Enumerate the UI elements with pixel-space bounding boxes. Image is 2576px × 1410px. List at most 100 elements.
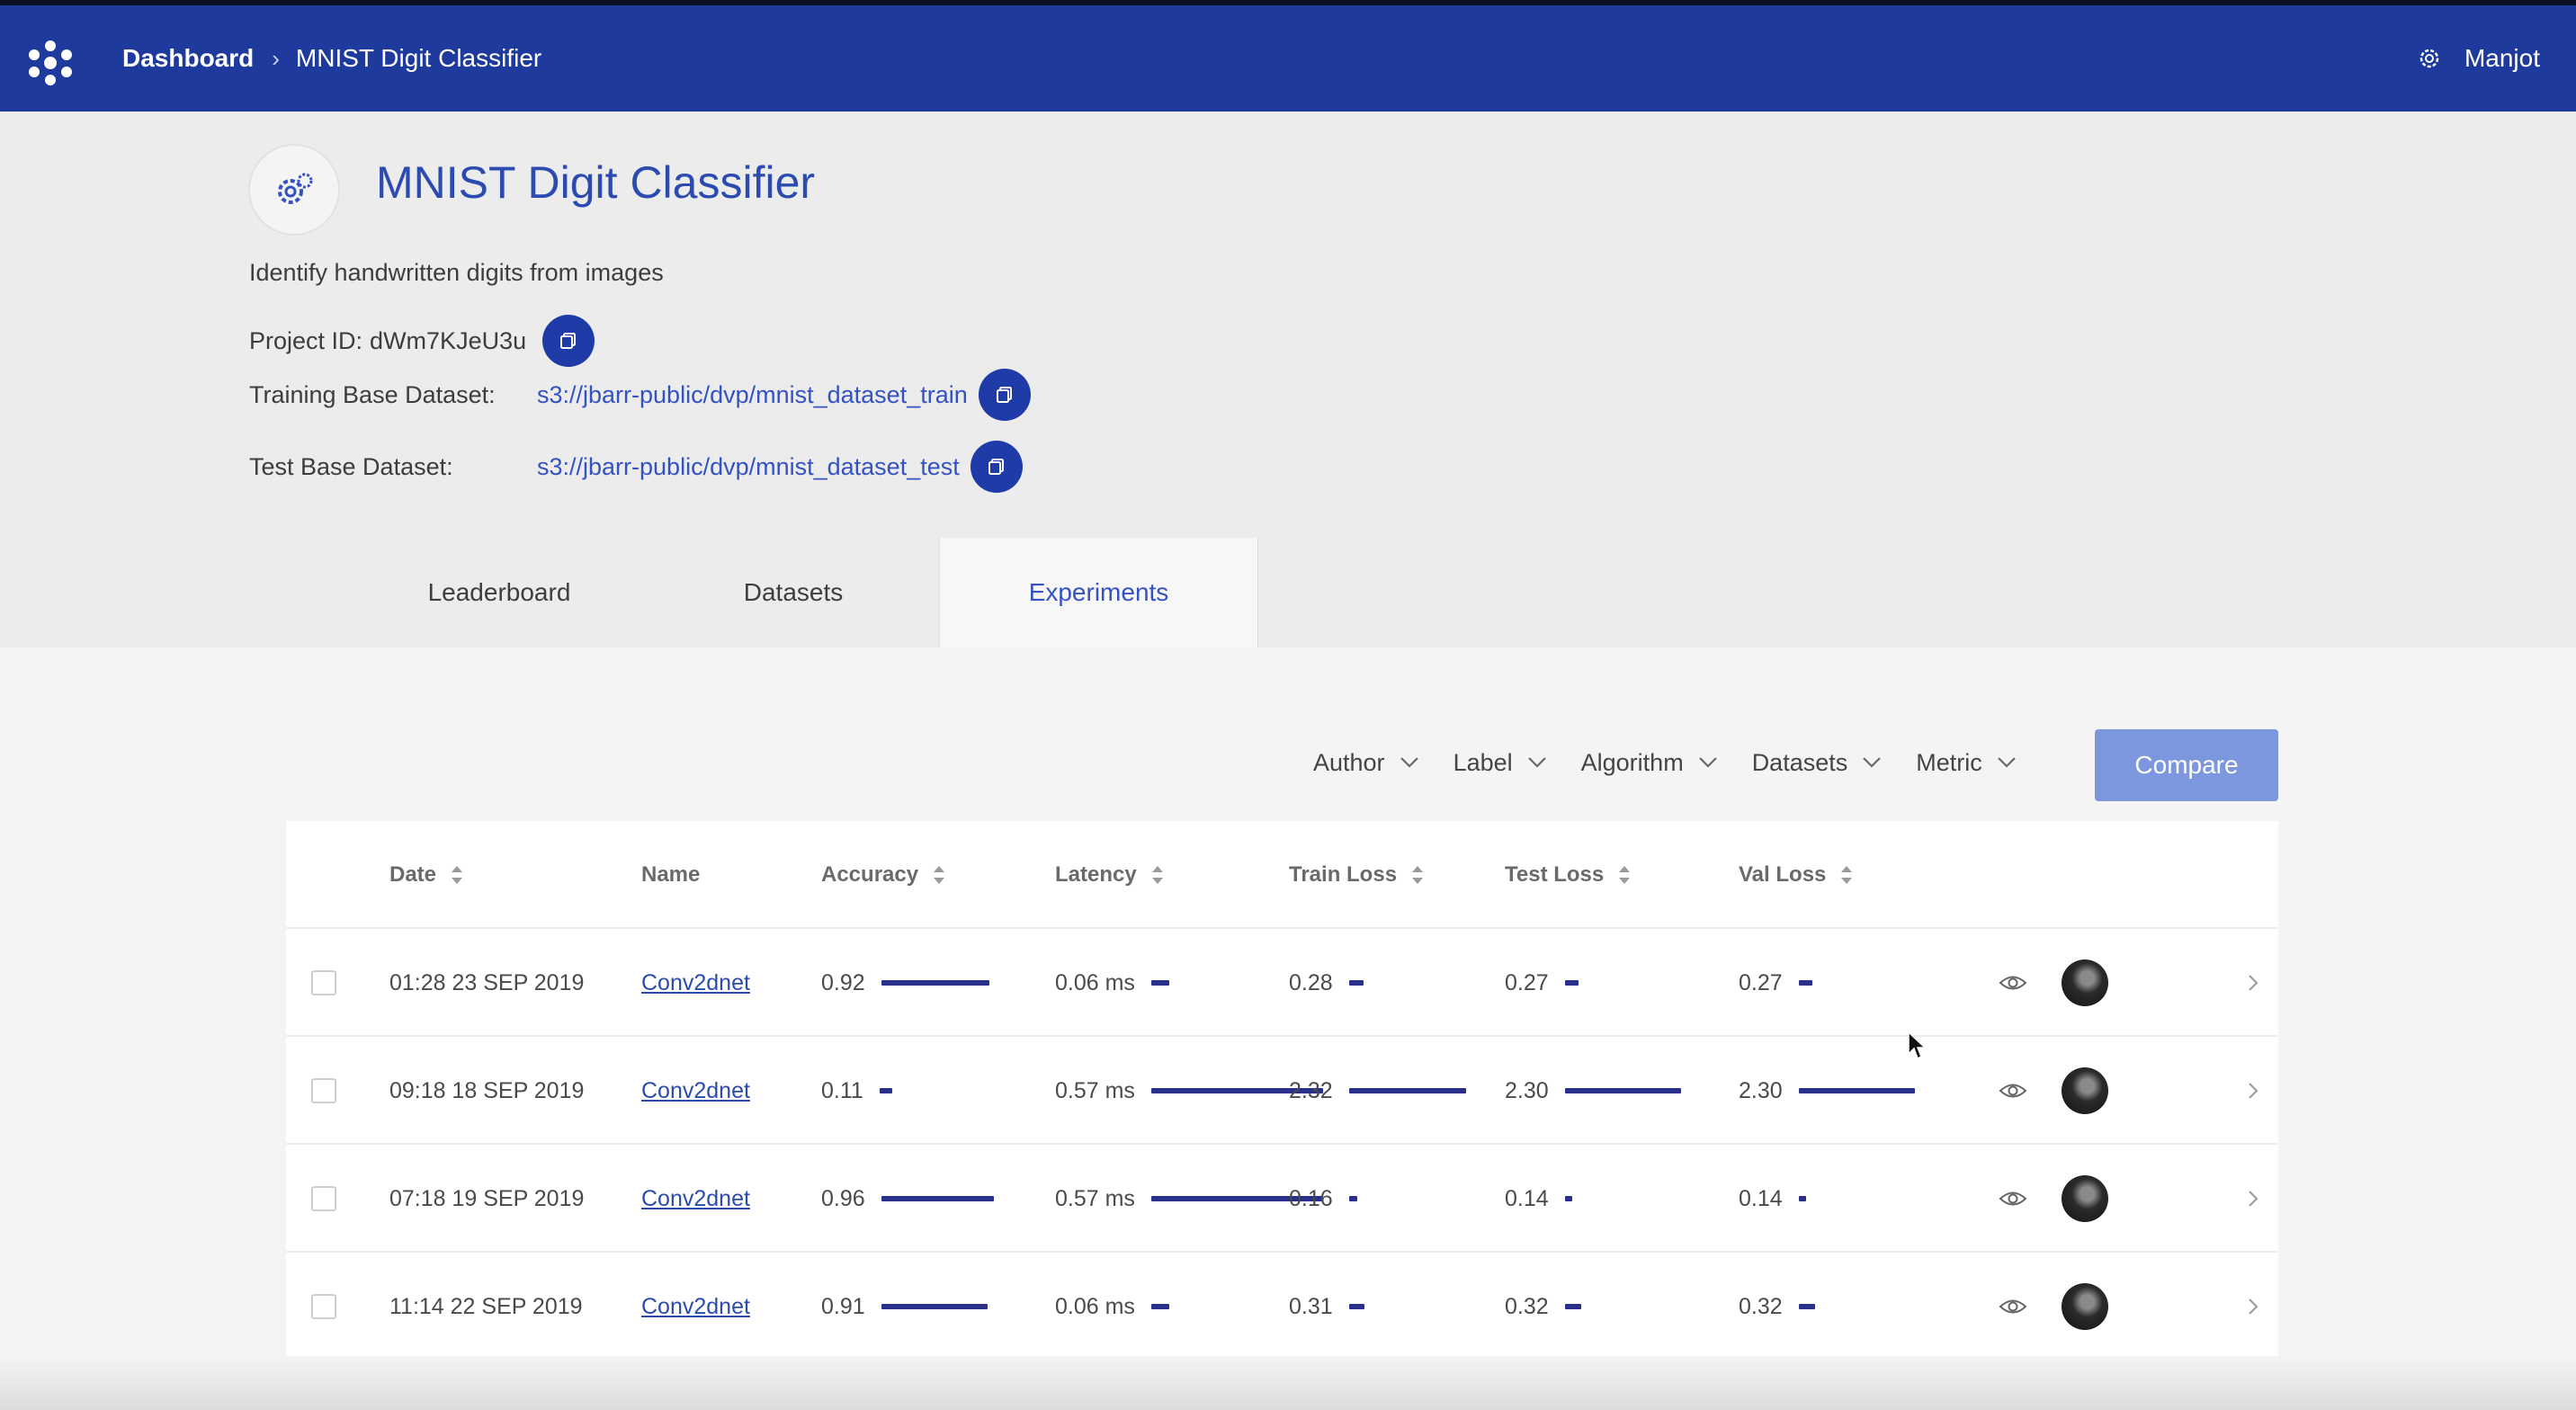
date-value: 01:28 23 SEP 2019 <box>389 969 585 995</box>
latency-cell: 0.06 ms <box>1055 1253 1169 1361</box>
chevron-down-icon <box>1400 757 1418 768</box>
open-row-cell[interactable] <box>2247 1037 2259 1145</box>
test-loss-value: 2.30 <box>1505 1077 1549 1103</box>
eye-icon[interactable] <box>1999 1189 2027 1209</box>
compare-button[interactable]: Compare <box>2095 729 2278 801</box>
user-menu[interactable]: Manjot <box>2416 5 2540 112</box>
latency-cell: 0.57 ms <box>1055 1037 1323 1145</box>
copy-project-id-button[interactable] <box>542 315 595 367</box>
view-cell[interactable] <box>1999 1037 2027 1145</box>
column-val-loss-label: Val Loss <box>1739 862 1827 887</box>
train-loss-bar <box>1348 1196 1357 1201</box>
accuracy-value: 0.96 <box>821 1185 865 1211</box>
sort-icon <box>1151 866 1163 884</box>
val-loss-value: 0.32 <box>1739 1293 1783 1319</box>
row-checkbox-cell[interactable] <box>311 929 336 1037</box>
eye-icon[interactable] <box>1999 1081 2027 1101</box>
name-cell[interactable]: Conv2dnet <box>641 1037 750 1145</box>
chevron-right-icon[interactable] <box>2247 1080 2259 1102</box>
test-loss-cell: 0.14 <box>1505 1145 1572 1253</box>
view-cell[interactable] <box>1999 1145 2027 1253</box>
datasets-filter-dropdown[interactable]: Datasets <box>1752 749 1883 777</box>
column-date-label: Date <box>389 862 437 887</box>
row-checkbox[interactable] <box>311 1078 336 1103</box>
chevron-right-icon[interactable] <box>2247 972 2259 994</box>
accuracy-bar <box>881 1304 988 1309</box>
sort-icon <box>1412 866 1424 884</box>
experiment-name-link[interactable]: Conv2dnet <box>641 970 750 996</box>
breadcrumb-dashboard-link[interactable]: Dashboard <box>122 44 254 73</box>
row-checkbox-cell[interactable] <box>311 1145 336 1253</box>
table-header: Date Name Accuracy Latency Train Loss Te… <box>286 821 2278 929</box>
column-accuracy-label: Accuracy <box>821 862 919 887</box>
project-tabs: Leaderboard Datasets Experiments <box>351 538 1258 647</box>
row-checkbox[interactable] <box>311 1294 336 1319</box>
open-row-cell[interactable] <box>2247 1145 2259 1253</box>
val-loss-value: 0.14 <box>1739 1185 1783 1211</box>
accuracy-bar <box>881 980 989 986</box>
gear-icon[interactable] <box>2416 45 2443 72</box>
date-cell: 11:14 22 SEP 2019 <box>389 1253 583 1361</box>
val-loss-bar <box>1798 1088 1915 1093</box>
label-filter-dropdown[interactable]: Label <box>1453 749 1547 777</box>
column-latency[interactable]: Latency <box>1055 821 1166 929</box>
label-filter-label: Label <box>1453 748 1513 776</box>
test-loss-bar <box>1564 980 1579 986</box>
view-cell[interactable] <box>1999 1253 2027 1361</box>
test-loss-bar <box>1564 1088 1681 1093</box>
experiment-name-link[interactable]: Conv2dnet <box>641 1294 750 1320</box>
tab-datasets[interactable]: Datasets <box>648 538 939 647</box>
column-latency-label: Latency <box>1055 862 1137 887</box>
val-loss-bar <box>1798 1304 1815 1309</box>
eye-icon[interactable] <box>1999 1297 2027 1316</box>
name-cell[interactable]: Conv2dnet <box>641 1145 750 1253</box>
test-loss-bar <box>1564 1196 1572 1201</box>
avatar <box>2062 1283 2108 1330</box>
train-loss-cell: 0.28 <box>1289 929 1364 1037</box>
open-row-cell[interactable] <box>2247 929 2259 1037</box>
chevron-right-icon[interactable] <box>2247 1296 2259 1317</box>
eye-icon[interactable] <box>1999 973 2027 993</box>
author-filter-dropdown[interactable]: Author <box>1313 749 1419 777</box>
name-cell[interactable]: Conv2dnet <box>641 1253 750 1361</box>
experiment-name-link[interactable]: Conv2dnet <box>641 1078 750 1104</box>
user-name[interactable]: Manjot <box>2464 44 2540 73</box>
metric-filter-dropdown[interactable]: Metric <box>1916 749 2017 777</box>
avatar <box>2062 1067 2108 1114</box>
train-loss-bar <box>1348 1304 1364 1309</box>
experiment-name-link[interactable]: Conv2dnet <box>641 1186 750 1212</box>
tab-experiments[interactable]: Experiments <box>939 538 1258 647</box>
tab-leaderboard[interactable]: Leaderboard <box>351 538 648 647</box>
column-date[interactable]: Date <box>389 821 465 929</box>
training-dataset-label: Training Base Dataset: <box>249 380 496 408</box>
table-row[interactable]: 09:18 18 SEP 2019 Conv2dnet 0.11 0.57 ms 2.3… <box>286 1037 2278 1145</box>
view-cell[interactable] <box>1999 929 2027 1037</box>
algorithm-filter-dropdown[interactable]: Algorithm <box>1581 749 1718 777</box>
date-cell: 09:18 18 SEP 2019 <box>389 1037 584 1145</box>
row-checkbox-cell[interactable] <box>311 1037 336 1145</box>
column-test-loss[interactable]: Test Loss <box>1505 821 1632 929</box>
training-dataset-link[interactable]: s3://jbarr-public/dvp/mnist_dataset_trai… <box>537 381 968 409</box>
table-row[interactable]: 01:28 23 SEP 2019 Conv2dnet 0.92 0.06 ms 0.2… <box>286 929 2278 1037</box>
column-accuracy[interactable]: Accuracy <box>821 821 947 929</box>
test-dataset-link[interactable]: s3://jbarr-public/dvp/mnist_dataset_test <box>537 453 960 481</box>
column-val-loss[interactable]: Val Loss <box>1739 821 1855 929</box>
chevron-right-icon[interactable] <box>2247 1188 2259 1209</box>
training-dataset-row: Training Base Dataset: s3://jbarr-public… <box>249 369 1031 421</box>
row-checkbox[interactable] <box>311 1186 336 1211</box>
date-value: 09:18 18 SEP 2019 <box>389 1077 585 1103</box>
open-row-cell[interactable] <box>2247 1253 2259 1361</box>
column-train-loss[interactable]: Train Loss <box>1289 821 1426 929</box>
row-checkbox[interactable] <box>311 970 336 995</box>
val-loss-value: 0.27 <box>1739 969 1783 995</box>
app-logo-icon[interactable] <box>23 36 77 90</box>
column-train-loss-label: Train Loss <box>1289 862 1398 887</box>
copy-test-dataset-button[interactable] <box>970 441 1023 493</box>
column-name: Name <box>641 821 700 929</box>
table-row[interactable]: 07:18 19 SEP 2019 Conv2dnet 0.96 0.57 ms 0.1… <box>286 1145 2278 1253</box>
name-cell[interactable]: Conv2dnet <box>641 929 750 1037</box>
table-row[interactable]: 11:14 22 SEP 2019 Conv2dnet 0.91 0.06 ms 0.3… <box>286 1253 2278 1361</box>
chevron-down-icon <box>1527 757 1546 768</box>
copy-training-dataset-button[interactable] <box>978 369 1031 421</box>
row-checkbox-cell[interactable] <box>311 1253 336 1361</box>
